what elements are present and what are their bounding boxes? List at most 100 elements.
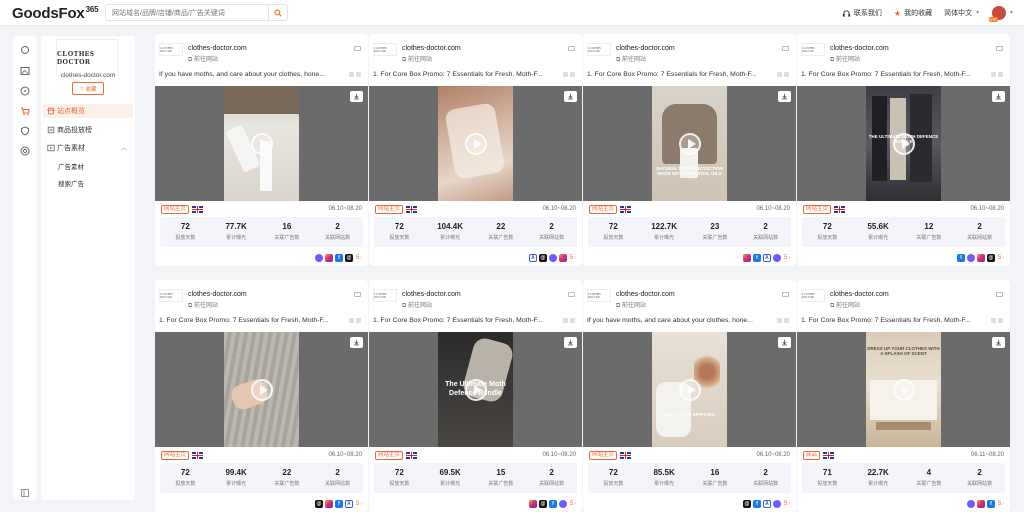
visit-site-link[interactable]: ⧉ 前往网站 <box>402 300 432 310</box>
advertiser-domain[interactable]: clothes-doctor.com <box>188 45 247 52</box>
more-platforms-count[interactable]: 5 <box>998 501 1004 507</box>
visit-site-link[interactable]: ⧉ 前往网站 <box>188 54 218 64</box>
ad-card[interactable]: CLOTHES DOCTOR clothes-doctor.com ⧉ 前往网站… <box>797 280 1010 512</box>
collapse-icon[interactable] <box>20 488 30 498</box>
download-button[interactable] <box>564 337 577 348</box>
ad-video[interactable]: JUST A FEW SPRITZES <box>583 332 796 447</box>
translate-icon[interactable] <box>356 72 361 77</box>
advertiser-domain[interactable]: clothes-doctor.com <box>402 45 461 52</box>
ad-card[interactable]: CLOTHES DOCTOR clothes-doctor.com ⧉ 前往网站… <box>369 280 582 512</box>
copy-icon[interactable] <box>777 318 782 323</box>
visit-site-link[interactable]: ⧉ 前往网站 <box>830 54 860 64</box>
cart-icon[interactable] <box>20 106 30 116</box>
nav-sub-search-ads[interactable]: 搜索广告 <box>58 178 84 188</box>
translate-icon[interactable] <box>570 72 575 77</box>
download-button[interactable] <box>778 91 791 102</box>
contact-us-link[interactable]: 联系我们 <box>842 8 882 18</box>
ad-card[interactable]: CLOTHES DOCTOR clothes-doctor.com ⧉ 前往网站… <box>155 34 368 266</box>
visit-site-link[interactable]: ⧉ 前往网站 <box>188 300 218 310</box>
translate-icon[interactable] <box>356 318 361 323</box>
visit-site-link[interactable]: ⧉ 前往网站 <box>616 300 646 310</box>
ad-video[interactable] <box>155 86 368 201</box>
target-icon[interactable] <box>20 146 30 156</box>
copy-icon[interactable] <box>349 72 354 77</box>
play-icon[interactable] <box>892 378 915 401</box>
more-platforms-count[interactable]: 5 <box>784 255 790 261</box>
copy-icon[interactable] <box>349 318 354 323</box>
download-button[interactable] <box>992 337 1005 348</box>
mail-icon[interactable] <box>782 46 789 51</box>
mail-icon[interactable] <box>568 46 575 51</box>
more-platforms-count[interactable]: 5 <box>570 501 576 507</box>
nav-sub-ad-creatives[interactable]: 广告素材 <box>58 161 84 171</box>
mail-icon[interactable] <box>782 292 789 297</box>
app-logo[interactable]: GoodsFox365 <box>12 5 99 22</box>
download-button[interactable] <box>778 337 791 348</box>
advertiser-domain[interactable]: clothes-doctor.com <box>616 291 675 298</box>
play-icon[interactable] <box>464 132 487 155</box>
ad-video[interactable]: The Ultimate Moth Defence Bundle <box>369 332 582 447</box>
ad-card[interactable]: CLOTHES DOCTOR clothes-doctor.com ⧉ 前往网站… <box>369 34 582 266</box>
mail-icon[interactable] <box>354 292 361 297</box>
mail-icon[interactable] <box>996 292 1003 297</box>
play-icon[interactable] <box>250 132 273 155</box>
play-icon[interactable] <box>678 378 701 401</box>
play-icon[interactable] <box>892 132 915 155</box>
ad-card[interactable]: CLOTHES DOCTOR clothes-doctor.com ⧉ 前往网站… <box>155 280 368 512</box>
nav-site-overview[interactable]: 站点概览 <box>43 104 133 118</box>
copy-icon[interactable] <box>563 318 568 323</box>
mail-icon[interactable] <box>568 292 575 297</box>
play-icon[interactable] <box>250 378 273 401</box>
translate-icon[interactable] <box>570 318 575 323</box>
favorite-button[interactable]: ☆ 收藏 <box>72 82 104 95</box>
copy-icon[interactable] <box>991 318 996 323</box>
ad-video[interactable]: DRESS UP YOUR CLOTHES WITH A SPLASH OF S… <box>797 332 1010 447</box>
search-input[interactable] <box>112 7 267 19</box>
image-icon[interactable] <box>20 66 30 76</box>
visit-site-link[interactable]: ⧉ 前往网站 <box>402 54 432 64</box>
more-platforms-count[interactable]: 5 <box>998 255 1004 261</box>
translate-icon[interactable] <box>998 318 1003 323</box>
copy-icon[interactable] <box>991 72 996 77</box>
language-selector[interactable]: 简体中文 ▼ <box>944 8 980 18</box>
search-button[interactable] <box>268 5 287 20</box>
ad-card[interactable]: CLOTHES DOCTOR clothes-doctor.com ⧉ 前往网站… <box>583 280 796 512</box>
ad-card[interactable]: CLOTHES DOCTOR clothes-doctor.com ⧉ 前往网站… <box>583 34 796 266</box>
download-button[interactable] <box>350 91 363 102</box>
advertiser-domain[interactable]: clothes-doctor.com <box>402 291 461 298</box>
visit-site-link[interactable]: ⧉ 前往网站 <box>616 54 646 64</box>
play-icon[interactable] <box>464 378 487 401</box>
more-platforms-count[interactable]: 5 <box>784 501 790 507</box>
more-platforms-count[interactable]: 5 <box>356 501 362 507</box>
play-icon[interactable] <box>678 132 701 155</box>
translate-icon[interactable] <box>784 318 789 323</box>
advertiser-domain[interactable]: clothes-doctor.com <box>188 291 247 298</box>
nav-ad-creatives[interactable]: 广告素材 ︿ <box>43 141 133 155</box>
more-platforms-count[interactable]: 5 <box>356 255 362 261</box>
ad-video[interactable] <box>369 86 582 201</box>
download-button[interactable] <box>992 91 1005 102</box>
refresh-icon[interactable] <box>20 45 30 55</box>
nav-product-ranking[interactable]: 商品投放榜 <box>43 123 133 137</box>
translate-icon[interactable] <box>998 72 1003 77</box>
translate-icon[interactable] <box>784 72 789 77</box>
copy-icon[interactable] <box>563 72 568 77</box>
mail-icon[interactable] <box>354 46 361 51</box>
visit-site-link[interactable]: ⧉ 前往网站 <box>830 300 860 310</box>
ad-video[interactable]: The Ultimate Moth Defence Bundle <box>797 86 1010 201</box>
advertiser-domain[interactable]: clothes-doctor.com <box>830 45 889 52</box>
ad-video[interactable]: NATURAL MOTH PROTECTION MADE WITH ESSENT… <box>583 86 796 201</box>
user-menu[interactable]: VIP ▼ <box>989 6 1014 22</box>
ad-video[interactable] <box>155 332 368 447</box>
copy-icon[interactable] <box>777 72 782 77</box>
more-platforms-count[interactable]: 5 <box>570 255 576 261</box>
compass-icon[interactable] <box>20 86 30 96</box>
download-button[interactable] <box>350 337 363 348</box>
advertiser-domain[interactable]: clothes-doctor.com <box>616 45 675 52</box>
mail-icon[interactable] <box>996 46 1003 51</box>
shield-icon[interactable] <box>20 126 30 136</box>
my-favorites-link[interactable]: ★ 我的收藏 <box>894 8 932 18</box>
ad-card[interactable]: CLOTHES DOCTOR clothes-doctor.com ⧉ 前往网站… <box>797 34 1010 266</box>
advertiser-domain[interactable]: clothes-doctor.com <box>830 291 889 298</box>
download-button[interactable] <box>564 91 577 102</box>
